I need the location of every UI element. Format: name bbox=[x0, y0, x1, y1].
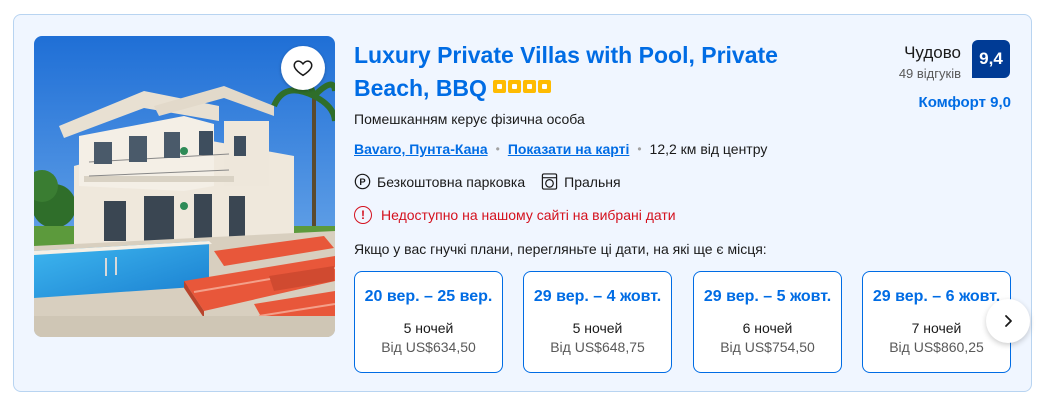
alt-date-range: 20 вер. – 25 вер. bbox=[364, 288, 493, 305]
alt-date-price: Від US$648,75 bbox=[550, 339, 645, 355]
svg-text:P: P bbox=[359, 177, 365, 188]
next-dates-button[interactable] bbox=[986, 299, 1030, 343]
star-icon bbox=[492, 80, 506, 94]
star-icon bbox=[507, 80, 521, 94]
parking-icon: P bbox=[354, 173, 371, 190]
review-score-badge[interactable]: 9,4 bbox=[972, 40, 1010, 78]
star-rating bbox=[492, 80, 551, 94]
facilities-row: P Безкоштовна парковка Пральня bbox=[354, 173, 621, 190]
laundry-icon bbox=[541, 173, 558, 190]
alt-date-price: Від US$754,50 bbox=[720, 339, 815, 355]
review-count[interactable]: 49 відгуків bbox=[899, 66, 961, 81]
property-photo[interactable] bbox=[34, 36, 335, 337]
location-row: Bavaro, Пунта-Кана • Показати на карті •… bbox=[354, 141, 767, 157]
alt-date-card[interactable]: 29 вер. – 4 жовт. 5 ночей Від US$648,75 bbox=[523, 271, 672, 373]
alt-date-nights: 5 ночей bbox=[572, 320, 623, 336]
facility-laundry-label: Пральня bbox=[564, 173, 621, 190]
separator-dot: • bbox=[495, 142, 500, 156]
comfort-score: Комфорт 9,0 bbox=[918, 94, 1011, 111]
alt-date-card[interactable]: 20 вер. – 25 вер. 5 ночей Від US$634,50 bbox=[354, 271, 503, 373]
alt-date-range: 29 вер. – 5 жовт. bbox=[703, 288, 832, 305]
alt-date-card[interactable]: 29 вер. – 5 жовт. 6 ночей Від US$754,50 bbox=[693, 271, 842, 373]
alt-date-nights: 5 ночей bbox=[403, 320, 454, 336]
save-to-wishlist-button[interactable] bbox=[281, 46, 325, 90]
property-title-text[interactable]: Luxury Private Villas with Pool, Private… bbox=[354, 42, 778, 101]
flexible-dates-note: Якщо у вас гнучкі плани, перегляньте ці … bbox=[354, 241, 767, 257]
facility-parking-label: Безкоштовна парковка bbox=[377, 173, 526, 190]
alt-date-price: Від US$860,25 bbox=[889, 339, 984, 355]
availability-warning-text: Недоступно на нашому сайті на вибрані да… bbox=[381, 207, 676, 223]
heart-icon bbox=[293, 60, 313, 77]
host-type: Помешканням керує фізична особа bbox=[354, 111, 585, 127]
property-card: Luxury Private Villas with Pool, Private… bbox=[13, 14, 1032, 392]
review-score-word[interactable]: Чудово bbox=[904, 43, 961, 63]
location-link[interactable]: Bavaro, Пунта-Кана bbox=[354, 141, 488, 157]
alt-date-price: Від US$634,50 bbox=[381, 339, 476, 355]
property-title[interactable]: Luxury Private Villas with Pool, Private… bbox=[354, 39, 854, 105]
distance-from-center: 12,2 км від центру bbox=[649, 141, 768, 157]
alert-icon: ! bbox=[354, 206, 372, 224]
star-icon bbox=[537, 80, 551, 94]
show-on-map-link[interactable]: Показати на карті bbox=[508, 141, 630, 157]
alt-date-range: 29 вер. – 6 жовт. bbox=[872, 288, 1001, 305]
separator-dot: • bbox=[637, 142, 642, 156]
alt-date-nights: 6 ночей bbox=[742, 320, 793, 336]
star-icon bbox=[522, 80, 536, 94]
availability-warning: ! Недоступно на нашому сайті на вибрані … bbox=[354, 206, 676, 224]
chevron-right-icon bbox=[1005, 315, 1012, 327]
alt-date-range: 29 вер. – 4 жовт. bbox=[533, 288, 662, 305]
